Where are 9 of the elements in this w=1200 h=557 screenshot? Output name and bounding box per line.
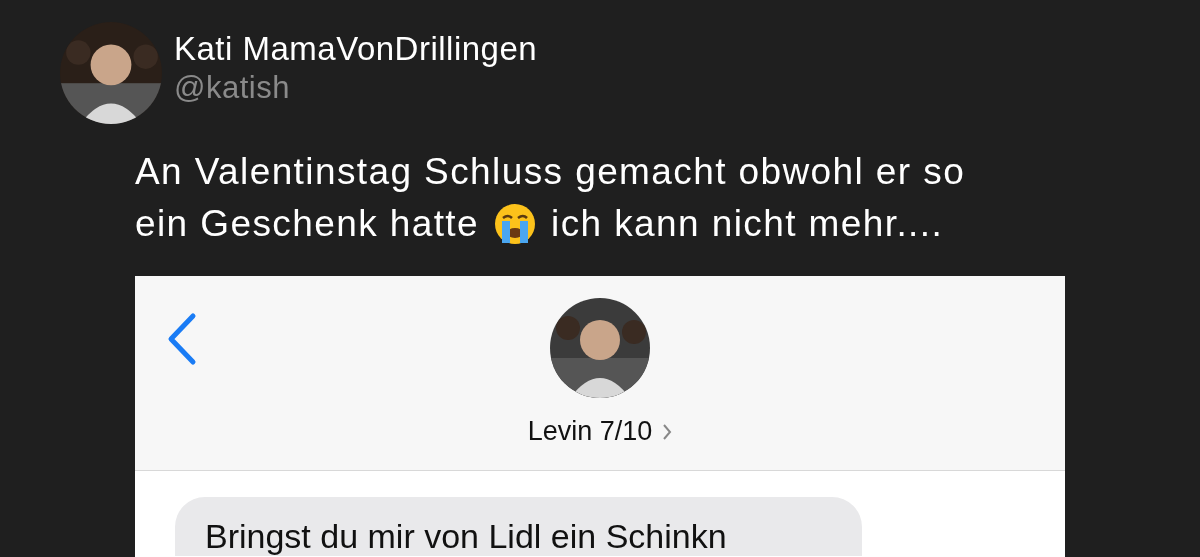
tweet-text: An Valentinstag Schluss gemacht obwohl er so bbox=[135, 150, 966, 194]
crying-face-icon bbox=[493, 202, 538, 246]
author-handle: @katish bbox=[174, 70, 291, 106]
chevron-icon bbox=[662, 422, 673, 441]
contact-name[interactable]: Levin 7/10 bbox=[527, 416, 653, 447]
tweet-text: ein Geschenk hatte bbox=[135, 202, 480, 246]
tweet-text: ich kann nicht mehr.... bbox=[551, 202, 944, 246]
message-bubble: Bringst du mir von Lidl ein Schinkn bbox=[175, 497, 862, 556]
author-name: Kati MamaVonDrillingen bbox=[174, 30, 538, 68]
